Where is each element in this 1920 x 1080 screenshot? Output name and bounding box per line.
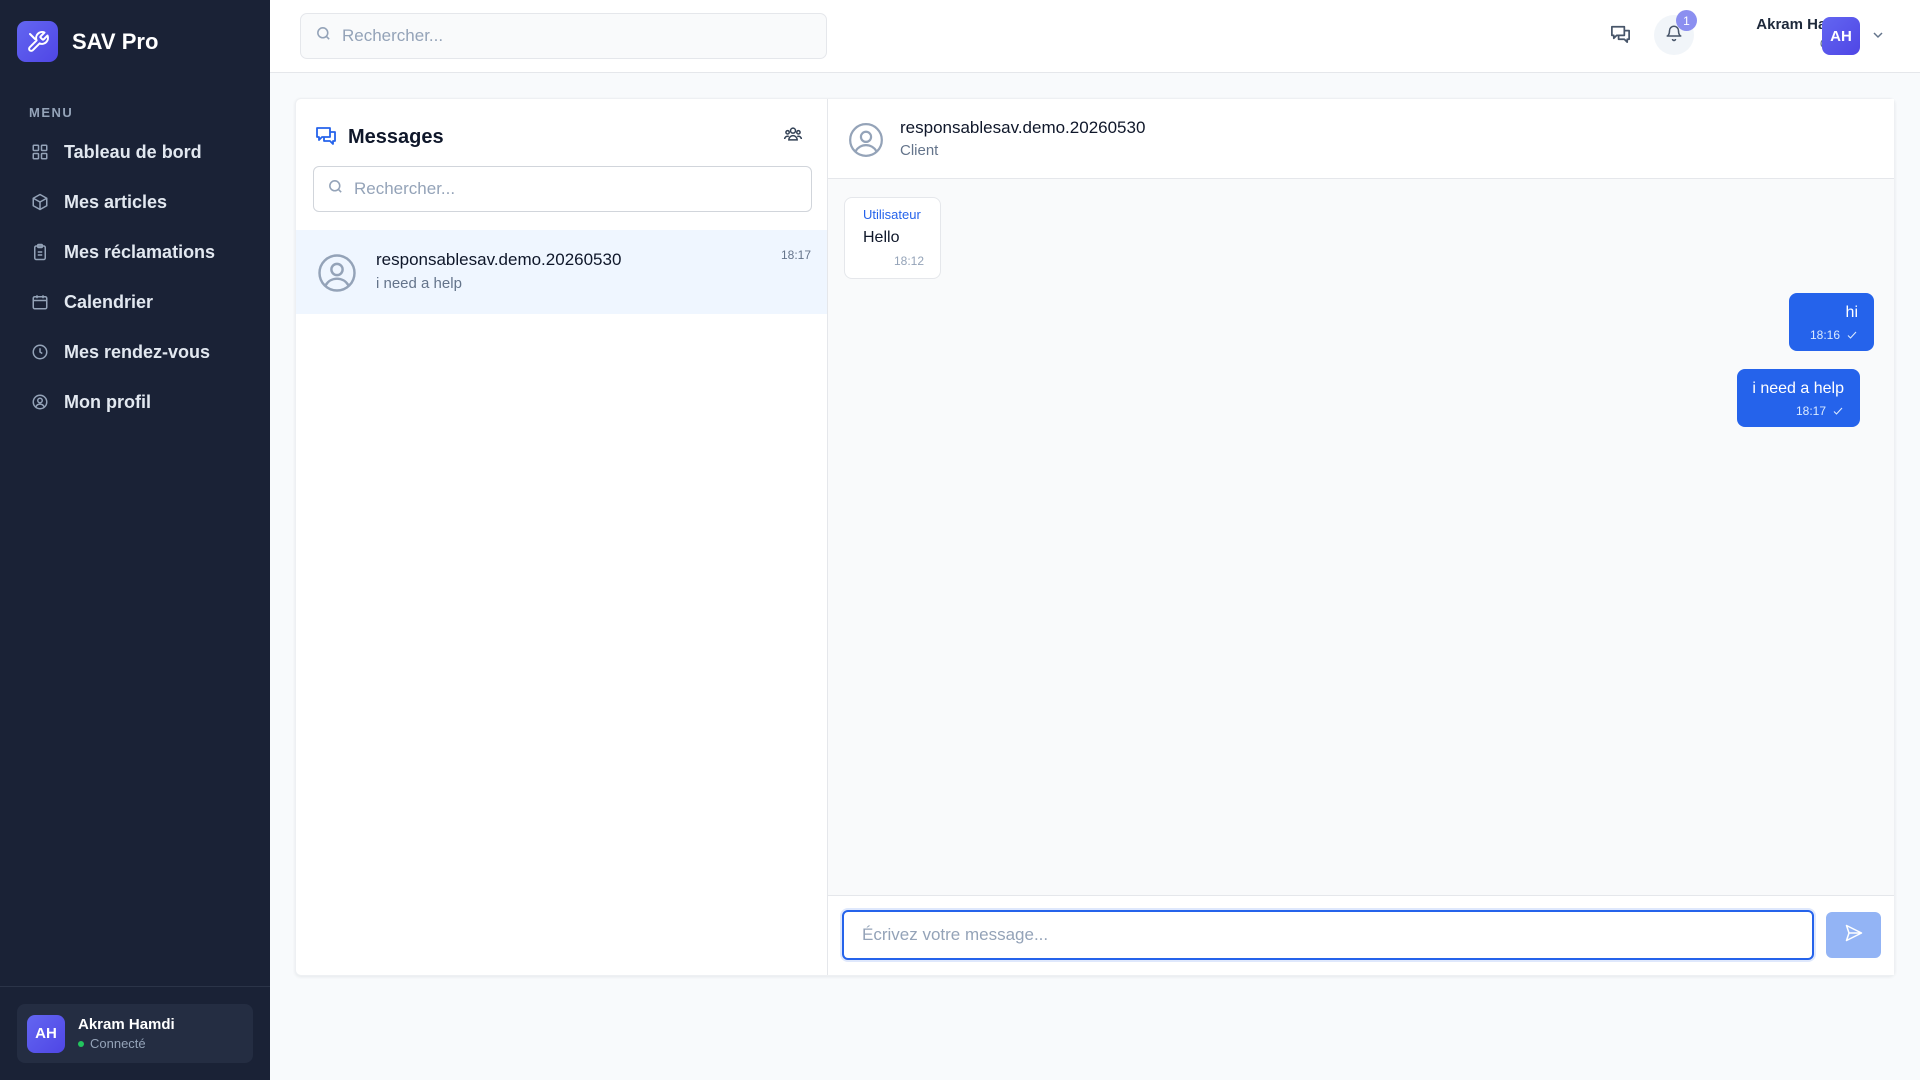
message-bubble-outgoing: i need a help 18:17: [1737, 369, 1860, 427]
global-search[interactable]: [300, 13, 827, 59]
send-icon: [1844, 923, 1864, 948]
message-text: Hello: [863, 229, 900, 246]
sidebar-item-articles[interactable]: Mes articles: [16, 177, 254, 227]
message-composer: [828, 895, 1894, 975]
search-icon: [315, 25, 332, 47]
sidebar-item-dashboard[interactable]: Tableau de bord: [16, 127, 254, 177]
brand[interactable]: SAV Pro: [17, 21, 158, 62]
messages-panel: Messages responsablesav.demo.20260530 i …: [295, 98, 1895, 976]
sidebar-user-status: Connecté: [78, 1036, 175, 1051]
chat-bubbles-icon: [1609, 22, 1632, 50]
sidebar-user-card[interactable]: AH Akram Hamdi Connecté: [17, 1004, 253, 1063]
status-label: Connecté: [90, 1036, 146, 1051]
chevron-down-icon[interactable]: [1870, 27, 1886, 48]
conversation-time: 18:17: [780, 248, 811, 262]
message-bubble-incoming: Utilisateur Hello 18:12: [844, 197, 941, 279]
chat-header: responsablesav.demo.20260530 Client: [828, 99, 1894, 179]
conversation-search-input[interactable]: [354, 179, 774, 199]
conversation-item[interactable]: responsablesav.demo.20260530 i need a he…: [296, 230, 827, 314]
conversation-search[interactable]: [313, 166, 812, 212]
chat-contact-name: responsablesav.demo.20260530: [900, 118, 1146, 137]
notification-badge: 1: [1676, 10, 1697, 31]
message-time: 18:16: [1809, 328, 1840, 342]
sidebar-item-label: Mon profil: [64, 391, 151, 412]
sidebar-user-name: Akram Hamdi: [78, 1016, 175, 1033]
message-time: 18:12: [893, 254, 924, 268]
grid-icon: [30, 142, 50, 162]
sidebar-item-label: Mes articles: [64, 191, 168, 212]
user-circle-icon: [316, 252, 358, 299]
conversation-list: Messages responsablesav.demo.20260530 i …: [296, 99, 828, 975]
message-sender: Utilisateur: [863, 207, 921, 222]
messages-button[interactable]: [1600, 16, 1640, 56]
sidebar-item-label: Calendrier: [64, 291, 154, 312]
message-meta: 18:16: [1810, 328, 1858, 342]
calendar-icon: [30, 292, 50, 312]
clock-icon: [30, 342, 50, 362]
tools-icon: [17, 21, 58, 62]
chat-window: responsablesav.demo.20260530 Client Util…: [828, 99, 1894, 975]
chat-bubbles-icon: [314, 123, 338, 152]
messages-header: Messages: [314, 123, 444, 152]
global-search-input[interactable]: [342, 26, 782, 46]
sidebar-item-label: Mes rendez-vous: [64, 341, 211, 362]
message-input[interactable]: [842, 910, 1814, 960]
avatar: AH: [27, 1014, 65, 1053]
online-dot-icon: [78, 1040, 84, 1047]
chat-contact-role: Client: [900, 142, 939, 159]
sidebar-item-profile[interactable]: Mon profil: [16, 377, 254, 427]
user-circle-icon: [847, 121, 885, 164]
new-group-button[interactable]: [778, 121, 808, 151]
sidebar-divider: [0, 986, 270, 987]
message-meta: 18:17: [1796, 404, 1844, 418]
message-thread: Utilisateur Hello 18:12 hi 18:16 i need …: [828, 179, 1894, 895]
send-button[interactable]: [1826, 912, 1881, 958]
clipboard-icon: [30, 242, 50, 262]
message-bubble-outgoing: hi 18:16: [1789, 293, 1874, 351]
user-circle-icon: [30, 392, 50, 412]
notifications-button[interactable]: 1: [1654, 10, 1697, 55]
menu-heading: MENU: [29, 105, 74, 120]
conversation-name: responsablesav.demo.20260530: [376, 250, 622, 269]
check-icon: [1833, 407, 1843, 415]
sidebar-item-calendar[interactable]: Calendrier: [16, 277, 254, 327]
topbar: 1 Akram Hamdi Client AH: [270, 0, 1920, 73]
sidebar-item-appointments[interactable]: Mes rendez-vous: [16, 327, 254, 377]
box-icon: [30, 192, 50, 212]
users-group-icon: [783, 124, 803, 149]
sidebar-nav: Tableau de bord Mes articles Mes réclama…: [16, 127, 254, 427]
sidebar-item-claims[interactable]: Mes réclamations: [16, 227, 254, 277]
sidebar: SAV Pro MENU Tableau de bord Mes article…: [0, 0, 270, 1080]
app-name: SAV Pro: [72, 28, 159, 54]
avatar[interactable]: AH: [1822, 17, 1860, 55]
message-text: i need a help: [1752, 380, 1844, 397]
messages-title: Messages: [348, 126, 444, 148]
sidebar-item-label: Tableau de bord: [64, 141, 202, 162]
message-text: hi: [1845, 304, 1858, 321]
sidebar-item-label: Mes réclamations: [64, 241, 216, 262]
check-icon: [1847, 331, 1857, 339]
message-time: 18:17: [1795, 404, 1826, 418]
search-icon: [327, 178, 344, 200]
conversation-preview: i need a help: [376, 275, 462, 292]
